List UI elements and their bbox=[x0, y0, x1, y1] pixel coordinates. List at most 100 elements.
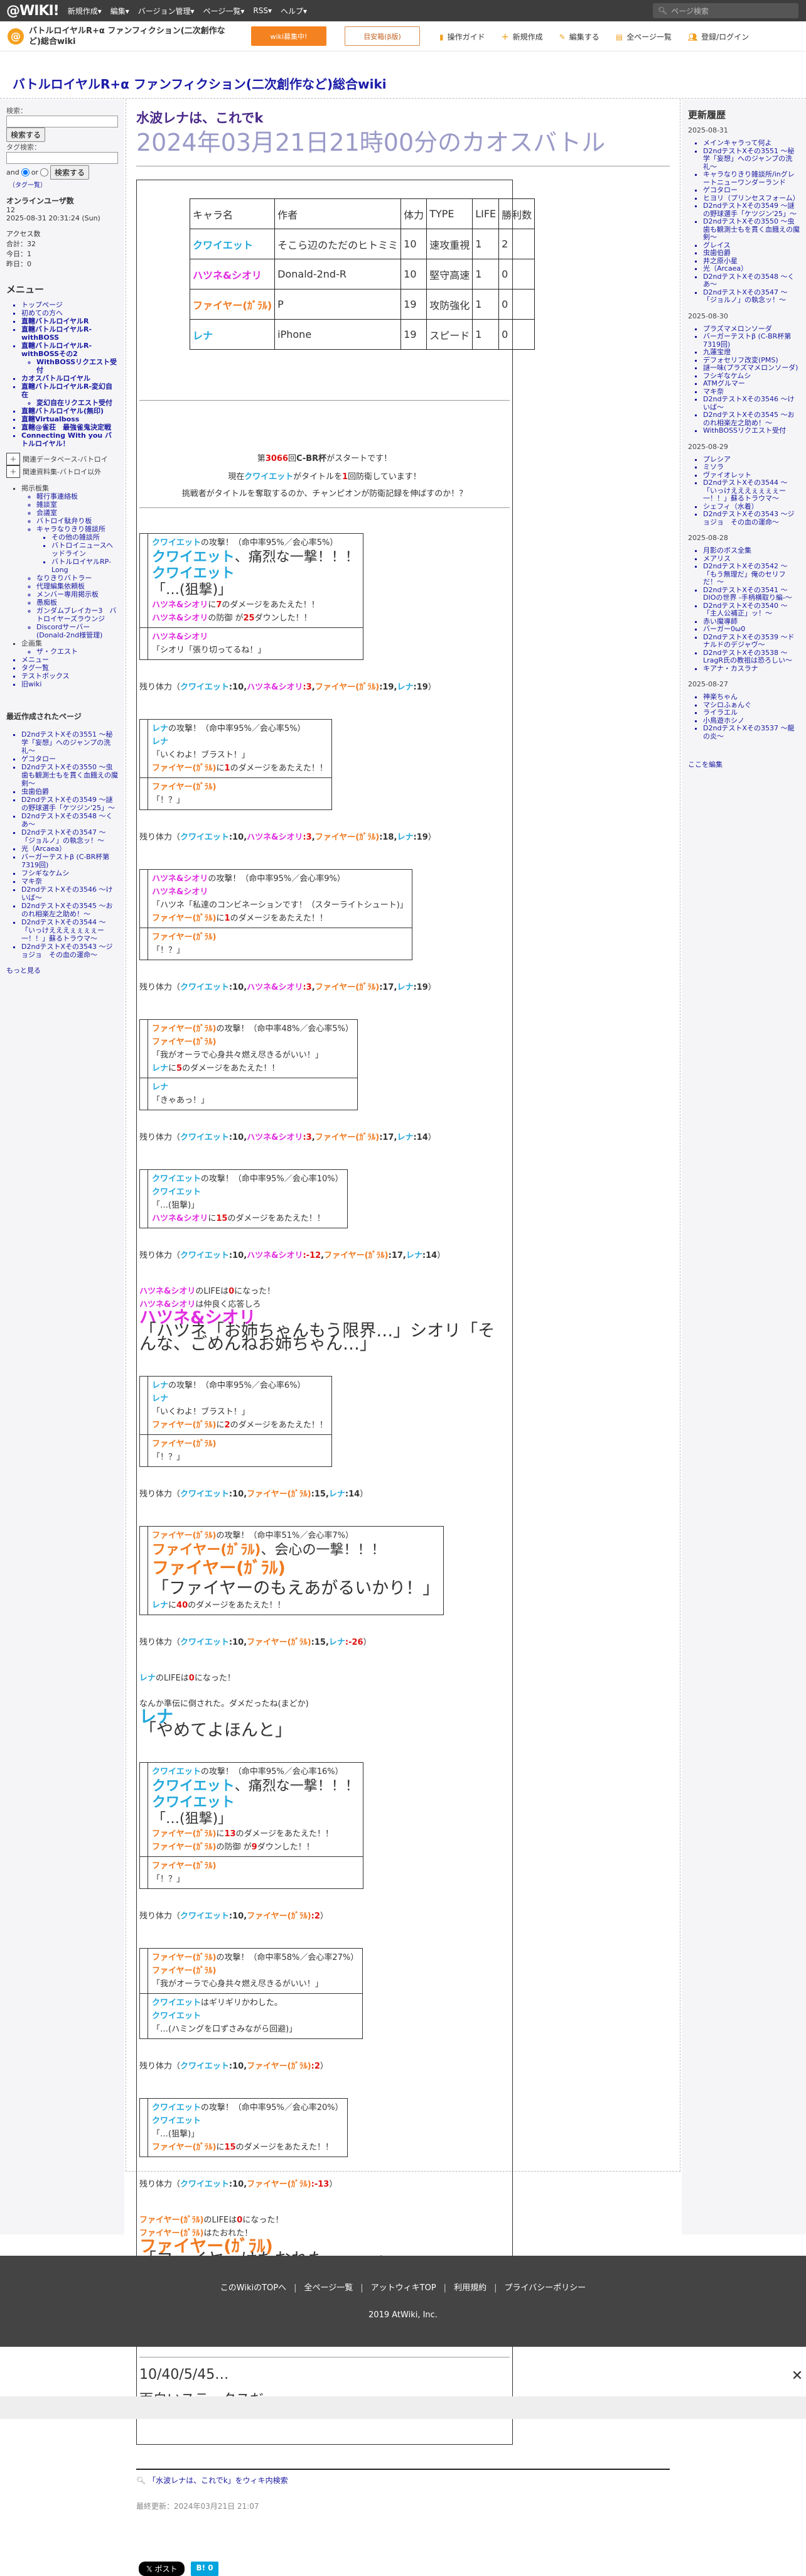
recent-page-link[interactable]: D2ndテストXその3549 〜謎の野球選手「ケツジン'25」〜 bbox=[21, 796, 118, 812]
history-item[interactable]: D2ndテストXその3541 〜DIOの世界 -手柄横取り編-〜 bbox=[703, 586, 800, 602]
menu-item[interactable]: バトロイ駄弁り板 bbox=[36, 517, 118, 525]
history-item[interactable]: D2ndテストXその3548 〜くあ〜 bbox=[703, 273, 800, 289]
wiki-search-input[interactable] bbox=[6, 116, 118, 127]
menu-new[interactable]: 新規作成▾ bbox=[68, 6, 102, 16]
menu-item[interactable]: 直轄バトルロイヤルR bbox=[21, 317, 118, 325]
menu-item[interactable]: 会議室 bbox=[36, 509, 118, 517]
menu-item[interactable]: バトルロイヤルRP-Long bbox=[51, 558, 118, 574]
history-item[interactable]: ミソラ bbox=[703, 463, 800, 472]
menu-item[interactable]: 旧wiki bbox=[21, 680, 118, 688]
history-item[interactable]: 神楽ちゃん bbox=[703, 693, 800, 701]
recent-page-link[interactable]: ゲコタロー bbox=[21, 755, 118, 763]
tag-search-button[interactable]: 検索する bbox=[50, 165, 89, 180]
tag-list-link[interactable]: （タグ一覧） bbox=[9, 182, 46, 189]
history-item[interactable]: バーガー0ω0 bbox=[703, 625, 800, 634]
menu-item[interactable]: 代理編集依頼板 bbox=[36, 582, 118, 590]
all-pages-link[interactable]: ▤ 全ページ一覧 bbox=[616, 31, 672, 42]
edit-link[interactable]: ✎ 編集する bbox=[559, 31, 599, 42]
atwiki-logo[interactable]: @WIKI! bbox=[6, 3, 60, 19]
history-item[interactable]: ATMグルマー bbox=[703, 379, 800, 388]
more-link[interactable]: もっと見る bbox=[6, 965, 118, 975]
recent-page-link[interactable]: D2ndテストXその3551 〜秘学「妄想」へのジャンプの洗礼〜 bbox=[21, 730, 118, 755]
history-item[interactable]: D2ndテストXその3537 〜龍の炎〜 bbox=[703, 724, 800, 740]
history-item[interactable]: バーガーテストβ (C-BR杯第7319回) bbox=[703, 332, 800, 349]
menu-item[interactable]: 初めての方へ bbox=[21, 309, 118, 317]
history-item[interactable]: D2ndテストXその3549 〜謎の野球選手「ケツジン'25」〜 bbox=[703, 202, 800, 218]
menu-item[interactable]: ガンダムブレイカー3 バトロイヤーズラウンジ bbox=[36, 607, 118, 623]
wiki-recruit-button[interactable]: wiki募集中! bbox=[251, 26, 326, 46]
menu-pages[interactable]: ページ一覧▾ bbox=[203, 6, 245, 16]
history-item[interactable]: ゲコタロー bbox=[703, 186, 800, 195]
recent-page-link[interactable]: D2ndテストXその3543 〜ジョジョ その血の運命〜 bbox=[21, 943, 118, 959]
recent-page-link[interactable]: D2ndテストXその3548 〜くあ〜 bbox=[21, 812, 118, 828]
close-icon[interactable]: ✕ bbox=[790, 2369, 805, 2384]
menu-item[interactable]: 直轄Virtualboss bbox=[21, 415, 118, 423]
tag-search-input[interactable] bbox=[6, 152, 118, 164]
history-item[interactable]: D2ndテストXその3547 〜「ジョルノ」の執念ッ！〜 bbox=[703, 288, 800, 305]
history-item[interactable]: 光（Arcaea） bbox=[703, 264, 800, 273]
history-item[interactable]: キアナ・カスラナ bbox=[703, 664, 800, 673]
footer-link[interactable]: 全ページ一覧 bbox=[304, 2283, 353, 2293]
hatena-bookmark-button[interactable]: B! 0 bbox=[191, 2562, 218, 2576]
history-item[interactable]: メインキャラって何よ bbox=[703, 139, 800, 148]
menu-item[interactable]: 直轄@雀荘 最強雀鬼決定戦 bbox=[21, 423, 118, 431]
wiki-search-link[interactable]: 🔍︎ 「水波レナは、これでk」をウィキ内検索 bbox=[136, 2475, 670, 2486]
menu-item[interactable]: 直轄バトルロイヤルR-withBOSSその2WithBOSSリクエスト受付 bbox=[21, 342, 118, 374]
recent-page-link[interactable]: D2ndテストXその3546 〜けいば〜 bbox=[21, 885, 118, 902]
edit-here-link[interactable]: ここを編集 bbox=[688, 759, 800, 769]
recent-page-link[interactable]: D2ndテストXその3544 〜「いっけえええぇぇぇぇー一！！」蘇るトラウマ〜 bbox=[21, 918, 118, 943]
recent-page-link[interactable]: フシギなケムシ bbox=[21, 869, 118, 877]
history-item[interactable]: 月影のボス全集 bbox=[703, 546, 800, 555]
history-item[interactable]: D2ndテストXその3539 〜ドナルドのデジャヴ〜 bbox=[703, 633, 800, 649]
history-item[interactable]: D2ndテストXその3542 〜「もう無理だ」俺のセリフだ！〜 bbox=[703, 562, 800, 587]
recent-page-link[interactable]: 光（Arcaea） bbox=[21, 845, 118, 853]
recent-page-link[interactable]: D2ndテストXその3547 〜「ジョルノ」の執念ッ！〜 bbox=[21, 828, 118, 845]
history-item[interactable]: D2ndテストXその3543 〜ジョジョ その血の運命〜 bbox=[703, 510, 800, 526]
menu-item[interactable]: メニュー bbox=[21, 656, 118, 664]
recent-page-link[interactable]: D2ndテストXその3550 〜虫歯も観測士もを貫く血餓えの魔剣〜 bbox=[21, 763, 118, 787]
recent-page-link[interactable]: バーガーテストβ (C-BR杯第7319回) bbox=[21, 853, 118, 869]
history-item[interactable]: ライラエル bbox=[703, 708, 800, 717]
page-search-input[interactable]: 🔍︎ ページ検索 bbox=[653, 3, 798, 18]
recent-page-link[interactable]: マキ奈 bbox=[21, 877, 118, 885]
or-radio[interactable] bbox=[40, 168, 48, 176]
menu-item[interactable]: Connecting With you バトルロイヤル！ bbox=[21, 431, 118, 448]
history-item[interactable]: D2ndテストXその3538 〜LragR氏の教祖は恐ろしい〜 bbox=[703, 649, 800, 665]
x-post-button[interactable]: 𝕏 ポスト bbox=[139, 2562, 185, 2576]
page-title[interactable]: バトルロイヤルR+α ファンフィクション(二次創作など)総合wiki bbox=[13, 74, 387, 92]
menu-edit[interactable]: 編集▾ bbox=[110, 6, 129, 16]
expand-database[interactable]: ＋関連データベース-バトロイ bbox=[6, 453, 118, 465]
expand-materials[interactable]: ＋関連資料集-バトロイ以外 bbox=[6, 465, 118, 478]
menu-item[interactable]: メンバー専用掲示板 bbox=[36, 590, 118, 598]
menu-rss[interactable]: RSS▾ bbox=[253, 6, 272, 15]
menu-item[interactable]: 愚痴板 bbox=[36, 598, 118, 607]
footer-link[interactable]: このWikiのTOPへ bbox=[220, 2283, 286, 2293]
menu-item[interactable]: その他の雑談所 bbox=[51, 533, 118, 541]
login-link[interactable]: 👥︎ 登録/ログイン bbox=[688, 31, 749, 42]
menu-item[interactable]: バトロイニュースヘッドライン bbox=[51, 541, 118, 558]
suggestion-box-button[interactable]: 目安箱(β版) bbox=[345, 26, 420, 46]
menu-version[interactable]: バージョン管理▾ bbox=[138, 6, 195, 16]
site-logo-icon[interactable]: @ bbox=[8, 28, 24, 45]
menu-item[interactable]: WithBOSSリクエスト受付 bbox=[36, 358, 118, 374]
history-item[interactable]: D2ndテストXその3544 〜「いっけえええぇぇぇぇー一！！」蘇るトラウマ〜 bbox=[703, 479, 800, 503]
menu-item[interactable]: キャラなりきり雑談所その他の雑談所バトロイニュースヘッドラインバトルロイヤルRP… bbox=[36, 525, 118, 574]
menu-item[interactable]: ザ・クエスト bbox=[36, 647, 118, 656]
menu-item[interactable]: カオスバトルロイヤル bbox=[21, 374, 118, 382]
footer-link[interactable]: 利用規約 bbox=[454, 2283, 486, 2293]
search-button[interactable]: 検索する bbox=[6, 127, 46, 142]
footer-link[interactable]: プライバシーポリシー bbox=[504, 2283, 586, 2293]
history-item[interactable]: D2ndテストXその3551 〜秘学「妄想」へのジャンプの洗礼〜 bbox=[703, 147, 800, 171]
menu-item[interactable]: 変幻自在リクエスト受付 bbox=[36, 399, 118, 407]
history-item[interactable]: D2ndテストXその3540 〜「主人公補正」ッ！〜 bbox=[703, 602, 800, 618]
history-item[interactable]: WithBOSSリクエスト受付 bbox=[703, 426, 800, 435]
history-item[interactable]: 虫歯伯爵 bbox=[703, 249, 800, 257]
menu-item[interactable]: 軽行事連絡板 bbox=[36, 492, 118, 501]
menu-item[interactable]: タグ一覧 bbox=[21, 664, 118, 672]
footer-link[interactable]: アットウィキTOP bbox=[371, 2283, 436, 2293]
guide-link[interactable]: ▮ 操作ガイド bbox=[439, 31, 485, 42]
menu-item[interactable]: 直轄バトルロイヤルR-withBOSS bbox=[21, 325, 118, 342]
history-item[interactable]: D2ndテストXその3545 〜おのれ相楽左之助め！〜 bbox=[703, 411, 800, 427]
menu-item[interactable]: テストボックス bbox=[21, 672, 118, 680]
history-item[interactable]: 謎一味(プラズマメロンソーダ) bbox=[703, 364, 800, 372]
